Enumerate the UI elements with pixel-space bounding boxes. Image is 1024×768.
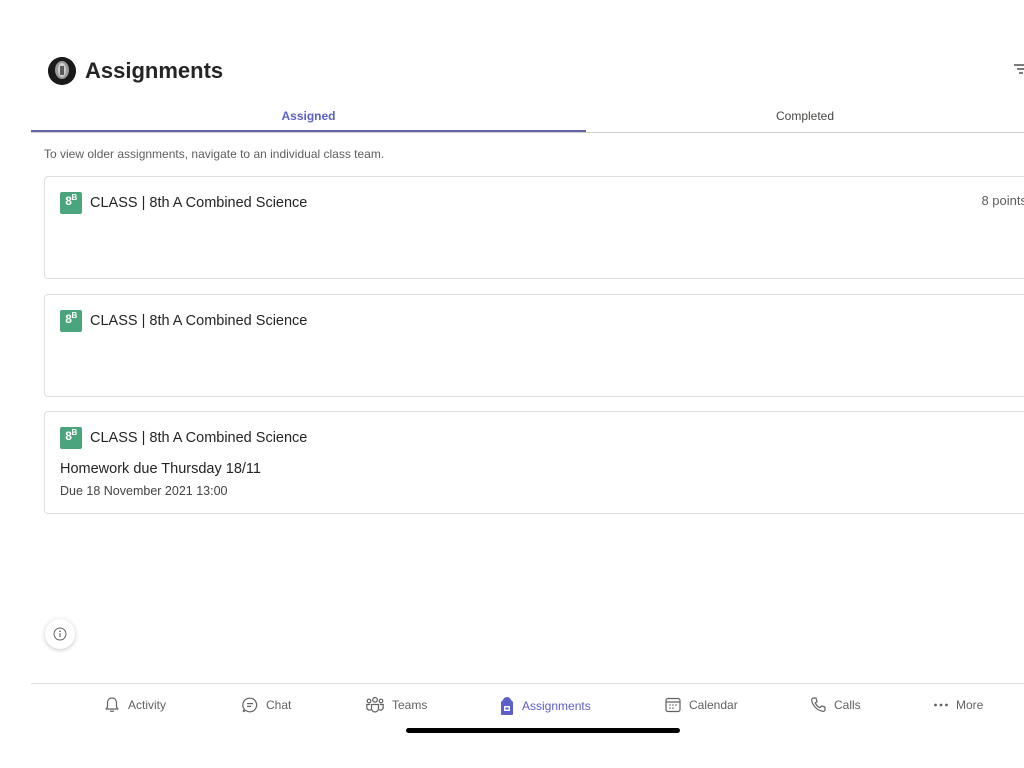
nav-calls-label: Calls <box>834 698 861 712</box>
class-badge: 8B <box>60 427 82 449</box>
chat-icon <box>242 697 258 713</box>
class-name: CLASS | 8th A Combined Science <box>90 430 308 446</box>
more-icon <box>934 703 948 707</box>
nav-activity-label: Activity <box>128 698 167 712</box>
nav-chat-label: Chat <box>266 698 292 712</box>
assignment-card[interactable]: 8B CLASS | 8th A Combined Science <box>44 294 1024 397</box>
nav-calls[interactable]: Calls <box>809 696 861 714</box>
info-button[interactable] <box>45 619 75 649</box>
page-title: Assignments <box>85 58 224 83</box>
points-label: 8 points <box>981 193 1024 208</box>
nav-calendar[interactable]: Calendar <box>664 696 738 714</box>
bell-icon <box>105 697 119 712</box>
class-badge-letter: B <box>71 428 77 437</box>
bottom-nav: Activity Chat Teams Assignments Calendar… <box>31 683 1024 730</box>
assignment-title: Homework due Thursday 18/11 <box>60 461 261 477</box>
class-row: 8B CLASS | 8th A Combined Science <box>60 310 307 332</box>
nav-teams[interactable]: Teams <box>365 696 427 714</box>
assignment-card[interactable]: 8B CLASS | 8th A Combined Science 8 poin… <box>44 176 1024 279</box>
phone-icon <box>811 697 826 712</box>
header: Assignments <box>48 56 223 86</box>
due-date: Due 18 November 2021 13:00 <box>60 484 228 498</box>
nav-activity[interactable]: Activity <box>103 696 166 714</box>
class-badge-letter: B <box>71 311 77 320</box>
tab-assigned[interactable]: Assigned <box>31 100 586 132</box>
class-badge: 8B <box>60 192 82 214</box>
class-row: 8B CLASS | 8th A Combined Science <box>60 192 307 214</box>
tab-bar: Assigned Completed <box>31 100 1024 133</box>
avatar[interactable] <box>48 57 76 85</box>
info-icon <box>53 627 67 641</box>
nav-chat[interactable]: Chat <box>241 696 291 714</box>
class-badge: 8B <box>60 310 82 332</box>
nav-more-label: More <box>956 698 984 712</box>
home-indicator <box>406 728 680 733</box>
tab-completed[interactable]: Completed <box>586 100 1024 131</box>
assignment-card[interactable]: 8B CLASS | 8th A Combined Science Homewo… <box>44 411 1024 514</box>
nav-teams-label: Teams <box>392 698 428 712</box>
assignments-icon <box>501 697 513 715</box>
class-row: 8B CLASS | 8th A Combined Science <box>60 427 307 449</box>
filter-icon[interactable] <box>1014 62 1024 76</box>
class-name: CLASS | 8th A Combined Science <box>90 313 308 329</box>
class-badge-letter: B <box>71 193 77 202</box>
calendar-icon <box>665 697 681 713</box>
nav-assignments-label: Assignments <box>522 699 591 713</box>
teams-icon <box>366 696 384 713</box>
nav-calendar-label: Calendar <box>689 698 738 712</box>
nav-assignments[interactable]: Assignments <box>499 696 591 716</box>
class-name: CLASS | 8th A Combined Science <box>90 195 308 211</box>
info-text: To view older assignments, navigate to a… <box>44 147 385 161</box>
nav-more[interactable]: More <box>933 696 983 714</box>
